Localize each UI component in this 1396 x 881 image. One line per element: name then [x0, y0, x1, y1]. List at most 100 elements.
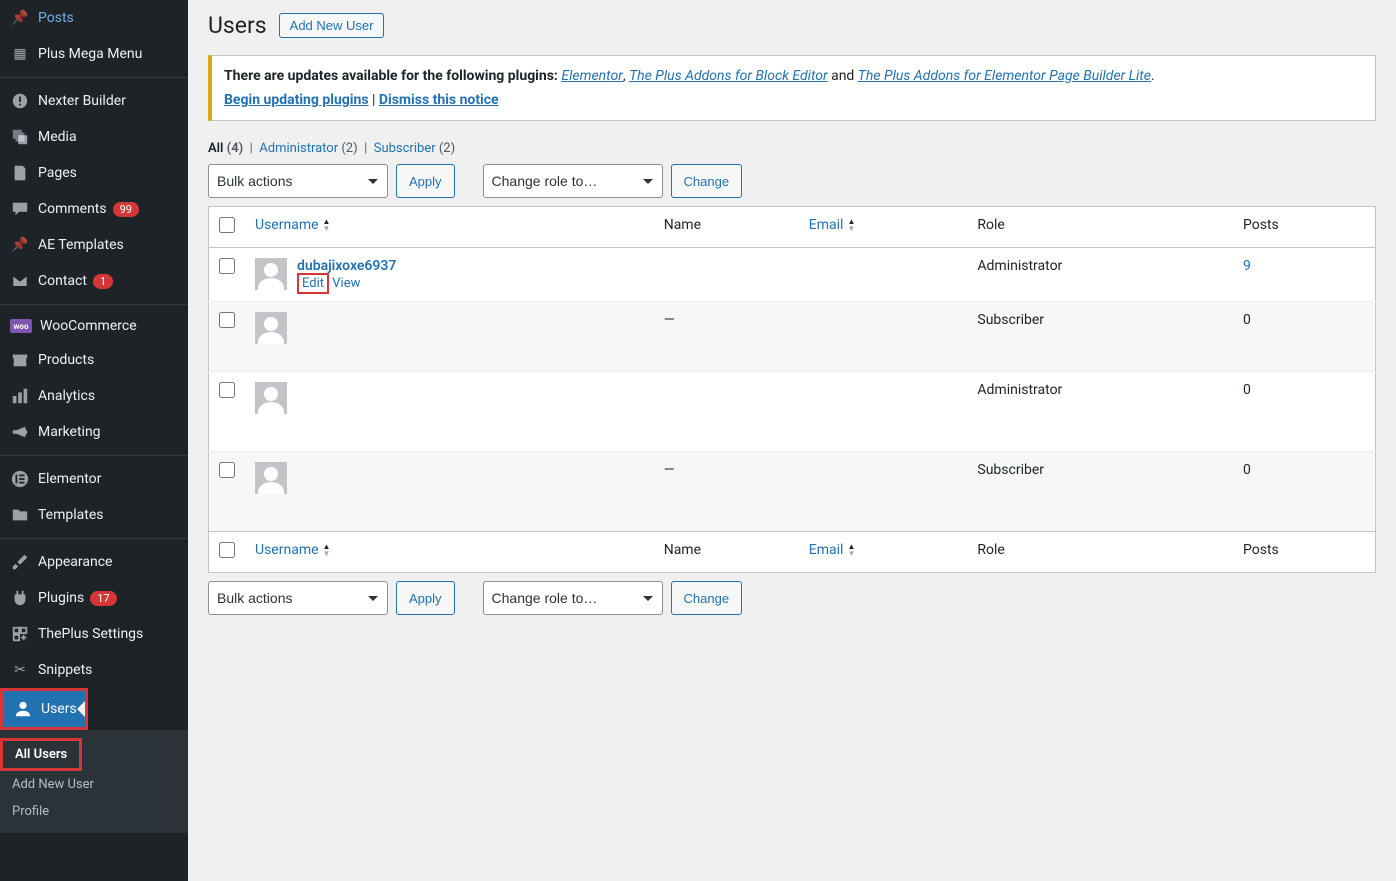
- sidebar-item-elementor[interactable]: Elementor: [0, 461, 188, 497]
- scissors-icon: ✂: [10, 660, 30, 680]
- sidebar-item-ae-templates[interactable]: 📌AE Templates: [0, 227, 188, 263]
- sidebar-label: Analytics: [38, 388, 95, 404]
- sidebar-item-plus-mega-menu[interactable]: ▦Plus Mega Menu: [0, 36, 188, 72]
- apply-button-bottom[interactable]: Apply: [396, 581, 455, 615]
- col-username[interactable]: Username: [245, 532, 654, 573]
- filter-administrator[interactable]: Administrator (2): [259, 141, 357, 156]
- col-email[interactable]: Email: [799, 532, 968, 573]
- exclamation-icon: [10, 91, 30, 111]
- row-actions: Edit View: [297, 276, 396, 291]
- user-icon: [13, 699, 33, 719]
- row-checkbox[interactable]: [219, 258, 235, 274]
- grid-icon: ▦: [10, 44, 30, 64]
- pin-icon: 📌: [10, 235, 30, 255]
- bulk-action-select-top[interactable]: Bulk actions: [208, 164, 388, 198]
- col-role: Role: [967, 532, 1233, 573]
- apply-button-top[interactable]: Apply: [396, 164, 455, 198]
- sidebar-label: Comments: [38, 201, 107, 217]
- avatar: [255, 312, 287, 344]
- chart-icon: [10, 386, 30, 406]
- update-notice: There are updates available for the foll…: [208, 55, 1376, 121]
- sidebar-label: Elementor: [38, 471, 101, 487]
- col-posts: Posts: [1233, 532, 1375, 573]
- sort-icon: [323, 218, 331, 232]
- col-role: Role: [967, 207, 1233, 248]
- comment-icon: [10, 199, 30, 219]
- elementor-icon: [10, 469, 30, 489]
- sidebar-label: Appearance: [38, 554, 112, 570]
- plugins-badge: 17: [90, 591, 116, 606]
- tablenav-bottom: Bulk actions Apply Change role to… Chang…: [208, 581, 1376, 615]
- col-email[interactable]: Email: [799, 207, 968, 248]
- comments-badge: 99: [113, 202, 139, 217]
- row-checkbox[interactable]: [219, 382, 235, 398]
- sidebar-label: Templates: [38, 507, 104, 523]
- archive-icon: [10, 350, 30, 370]
- sidebar-label: Snippets: [38, 662, 92, 678]
- edit-link[interactable]: Edit: [302, 276, 324, 291]
- page-icon: [10, 163, 30, 183]
- sidebar-item-plugins[interactable]: Plugins17: [0, 580, 188, 616]
- sort-icon: [323, 543, 331, 557]
- add-new-user-button[interactable]: Add New User: [279, 13, 385, 38]
- change-button-top[interactable]: Change: [671, 164, 743, 198]
- sort-icon: [847, 543, 855, 557]
- dismiss-notice-link[interactable]: Dismiss this notice: [379, 92, 499, 108]
- sidebar-item-users[interactable]: Users: [3, 691, 85, 727]
- submenu-add-new-user[interactable]: Add New User: [0, 771, 188, 798]
- username-link[interactable]: dubajixoxe6937: [297, 258, 396, 274]
- sidebar-item-contact[interactable]: Contact 1: [0, 263, 188, 299]
- admin-sidebar: 📌Posts ▦Plus Mega Menu Nexter Builder Me…: [0, 0, 188, 881]
- sidebar-label: Marketing: [38, 424, 101, 440]
- change-button-bottom[interactable]: Change: [671, 581, 743, 615]
- plugin-link-elementor[interactable]: Elementor: [561, 68, 622, 84]
- sidebar-item-comments[interactable]: Comments 99: [0, 191, 188, 227]
- row-checkbox[interactable]: [219, 462, 235, 478]
- col-name: Name: [654, 532, 799, 573]
- col-posts: Posts: [1233, 207, 1375, 248]
- sidebar-label: Contact: [38, 273, 87, 289]
- main-content: Users Add New User There are updates ava…: [188, 0, 1396, 881]
- folder-icon: [10, 505, 30, 525]
- plugin-link-plus-block[interactable]: The Plus Addons for Block Editor: [629, 68, 828, 84]
- sidebar-item-analytics[interactable]: Analytics: [0, 378, 188, 414]
- col-username[interactable]: Username: [245, 207, 654, 248]
- sidebar-item-appearance[interactable]: Appearance: [0, 544, 188, 580]
- sidebar-item-pages[interactable]: Pages: [0, 155, 188, 191]
- sidebar-label: WooCommerce: [40, 318, 137, 334]
- filter-all[interactable]: All (4): [208, 141, 243, 156]
- woo-icon: woo: [10, 319, 32, 333]
- view-link[interactable]: View: [332, 276, 360, 291]
- sidebar-item-nexter-builder[interactable]: Nexter Builder: [0, 83, 188, 119]
- avatar: [255, 462, 287, 494]
- table-row: Administrator 0: [209, 372, 1376, 452]
- sidebar-item-posts[interactable]: 📌Posts: [0, 0, 188, 36]
- sidebar-item-theplus-settings[interactable]: ThePlus Settings: [0, 616, 188, 652]
- mail-icon: [10, 271, 30, 291]
- submenu-all-users[interactable]: All Users: [3, 741, 79, 768]
- plugin-link-plus-elementor[interactable]: The Plus Addons for Elementor Page Build…: [858, 68, 1151, 84]
- brush-icon: [10, 552, 30, 572]
- posts-count-link[interactable]: 9: [1243, 258, 1251, 274]
- sidebar-item-products[interactable]: Products: [0, 342, 188, 378]
- begin-updating-link[interactable]: Begin updating plugins: [224, 92, 369, 108]
- submenu-profile[interactable]: Profile: [0, 798, 188, 825]
- change-role-select-top[interactable]: Change role to…: [483, 164, 663, 198]
- avatar: [255, 258, 287, 290]
- sidebar-item-snippets[interactable]: ✂ Snippets: [0, 652, 188, 688]
- bulk-action-select-bottom[interactable]: Bulk actions: [208, 581, 388, 615]
- role-filter-links: All (4) | Administrator (2) | Subscriber…: [208, 141, 1376, 156]
- sidebar-label: Users: [41, 701, 77, 717]
- sort-icon: [847, 218, 855, 232]
- avatar: [255, 382, 287, 414]
- sidebar-item-marketing[interactable]: Marketing: [0, 414, 188, 450]
- row-checkbox[interactable]: [219, 312, 235, 328]
- sidebar-item-woocommerce[interactable]: woo WooCommerce: [0, 310, 188, 342]
- sidebar-item-media[interactable]: Media: [0, 119, 188, 155]
- change-role-select-bottom[interactable]: Change role to…: [483, 581, 663, 615]
- sidebar-item-templates[interactable]: Templates: [0, 497, 188, 533]
- select-all-top[interactable]: [219, 217, 235, 233]
- select-all-bottom[interactable]: [219, 542, 235, 558]
- contact-badge: 1: [93, 274, 113, 289]
- filter-subscriber[interactable]: Subscriber (2): [374, 141, 455, 156]
